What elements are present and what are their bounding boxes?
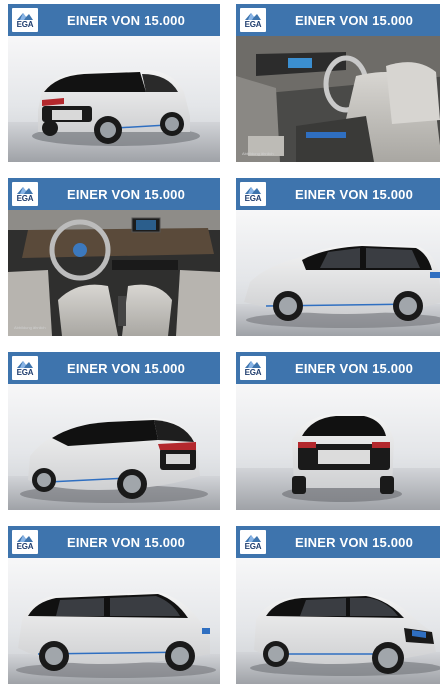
ega-logo: EGA: [240, 182, 266, 206]
car-photo-tile-6[interactable]: EGA EINER VON 15.000: [236, 352, 440, 510]
car-photo-tile-8[interactable]: EGA EINER VON 15.000: [236, 526, 440, 684]
tile-banner: EGA EINER VON 15.000: [8, 352, 220, 384]
banner-title: EINER VON 15.000: [294, 534, 414, 550]
tile-banner: EGA EINER VON 15.000: [236, 352, 440, 384]
car-photo-tile-7[interactable]: EGA EINER VON 15.000: [8, 526, 220, 684]
car-photo-tile-5[interactable]: EGA EINER VON 15.000: [8, 352, 220, 510]
tile-banner: EGA EINER VON 15.000: [8, 178, 220, 210]
image-watermark: Abbildung ähnlich: [14, 325, 46, 330]
image-watermark: Abbildung ähnlich: [242, 151, 274, 156]
ega-logo: EGA: [12, 530, 38, 554]
banner-title: EINER VON 15.000: [66, 360, 186, 376]
ega-logo: EGA: [12, 182, 38, 206]
car-photo-tile-3[interactable]: EGA EINER VON 15.000 Abbildung ähnlich: [8, 178, 220, 336]
banner-title: EINER VON 15.000: [66, 12, 186, 28]
ega-logo: EGA: [240, 530, 266, 554]
banner-title: EINER VON 15.000: [66, 534, 186, 550]
car-photo-tile-2[interactable]: EGA EINER VON 15.000 Abbildung ähnlich: [236, 4, 440, 162]
listing-image-grid: EGA EINER VON 15.000 EGA EINER VON 15.00…: [0, 0, 440, 684]
car-rear-view-image: [236, 384, 440, 510]
tile-banner: EGA EINER VON 15.000: [236, 178, 440, 210]
tile-banner: EGA EINER VON 15.000: [236, 4, 440, 36]
tile-banner: EGA EINER VON 15.000: [236, 526, 440, 558]
car-photo-tile-1[interactable]: EGA EINER VON 15.000: [8, 4, 220, 162]
interior-dashboard-image: [8, 210, 220, 336]
car-side-profile-image: [8, 558, 220, 684]
banner-title: EINER VON 15.000: [294, 186, 414, 202]
banner-title: EINER VON 15.000: [66, 186, 186, 202]
car-front-three-quarter-image: [236, 558, 440, 684]
tile-banner: EGA EINER VON 15.000: [8, 526, 220, 558]
car-side-view-image: [236, 210, 440, 336]
ega-logo: EGA: [240, 356, 266, 380]
car-photo-tile-4[interactable]: EGA EINER VON 15.000: [236, 178, 440, 336]
ega-logo: EGA: [240, 8, 266, 32]
banner-title: EINER VON 15.000: [294, 360, 414, 376]
car-rear-three-quarter-image: [8, 36, 220, 162]
ega-logo: EGA: [12, 356, 38, 380]
ega-logo: EGA: [12, 8, 38, 32]
car-rear-three-quarter-image-2: [8, 384, 220, 510]
tile-banner: EGA EINER VON 15.000: [8, 4, 220, 36]
banner-title: EINER VON 15.000: [294, 12, 414, 28]
interior-front-seats-image: [236, 36, 440, 162]
